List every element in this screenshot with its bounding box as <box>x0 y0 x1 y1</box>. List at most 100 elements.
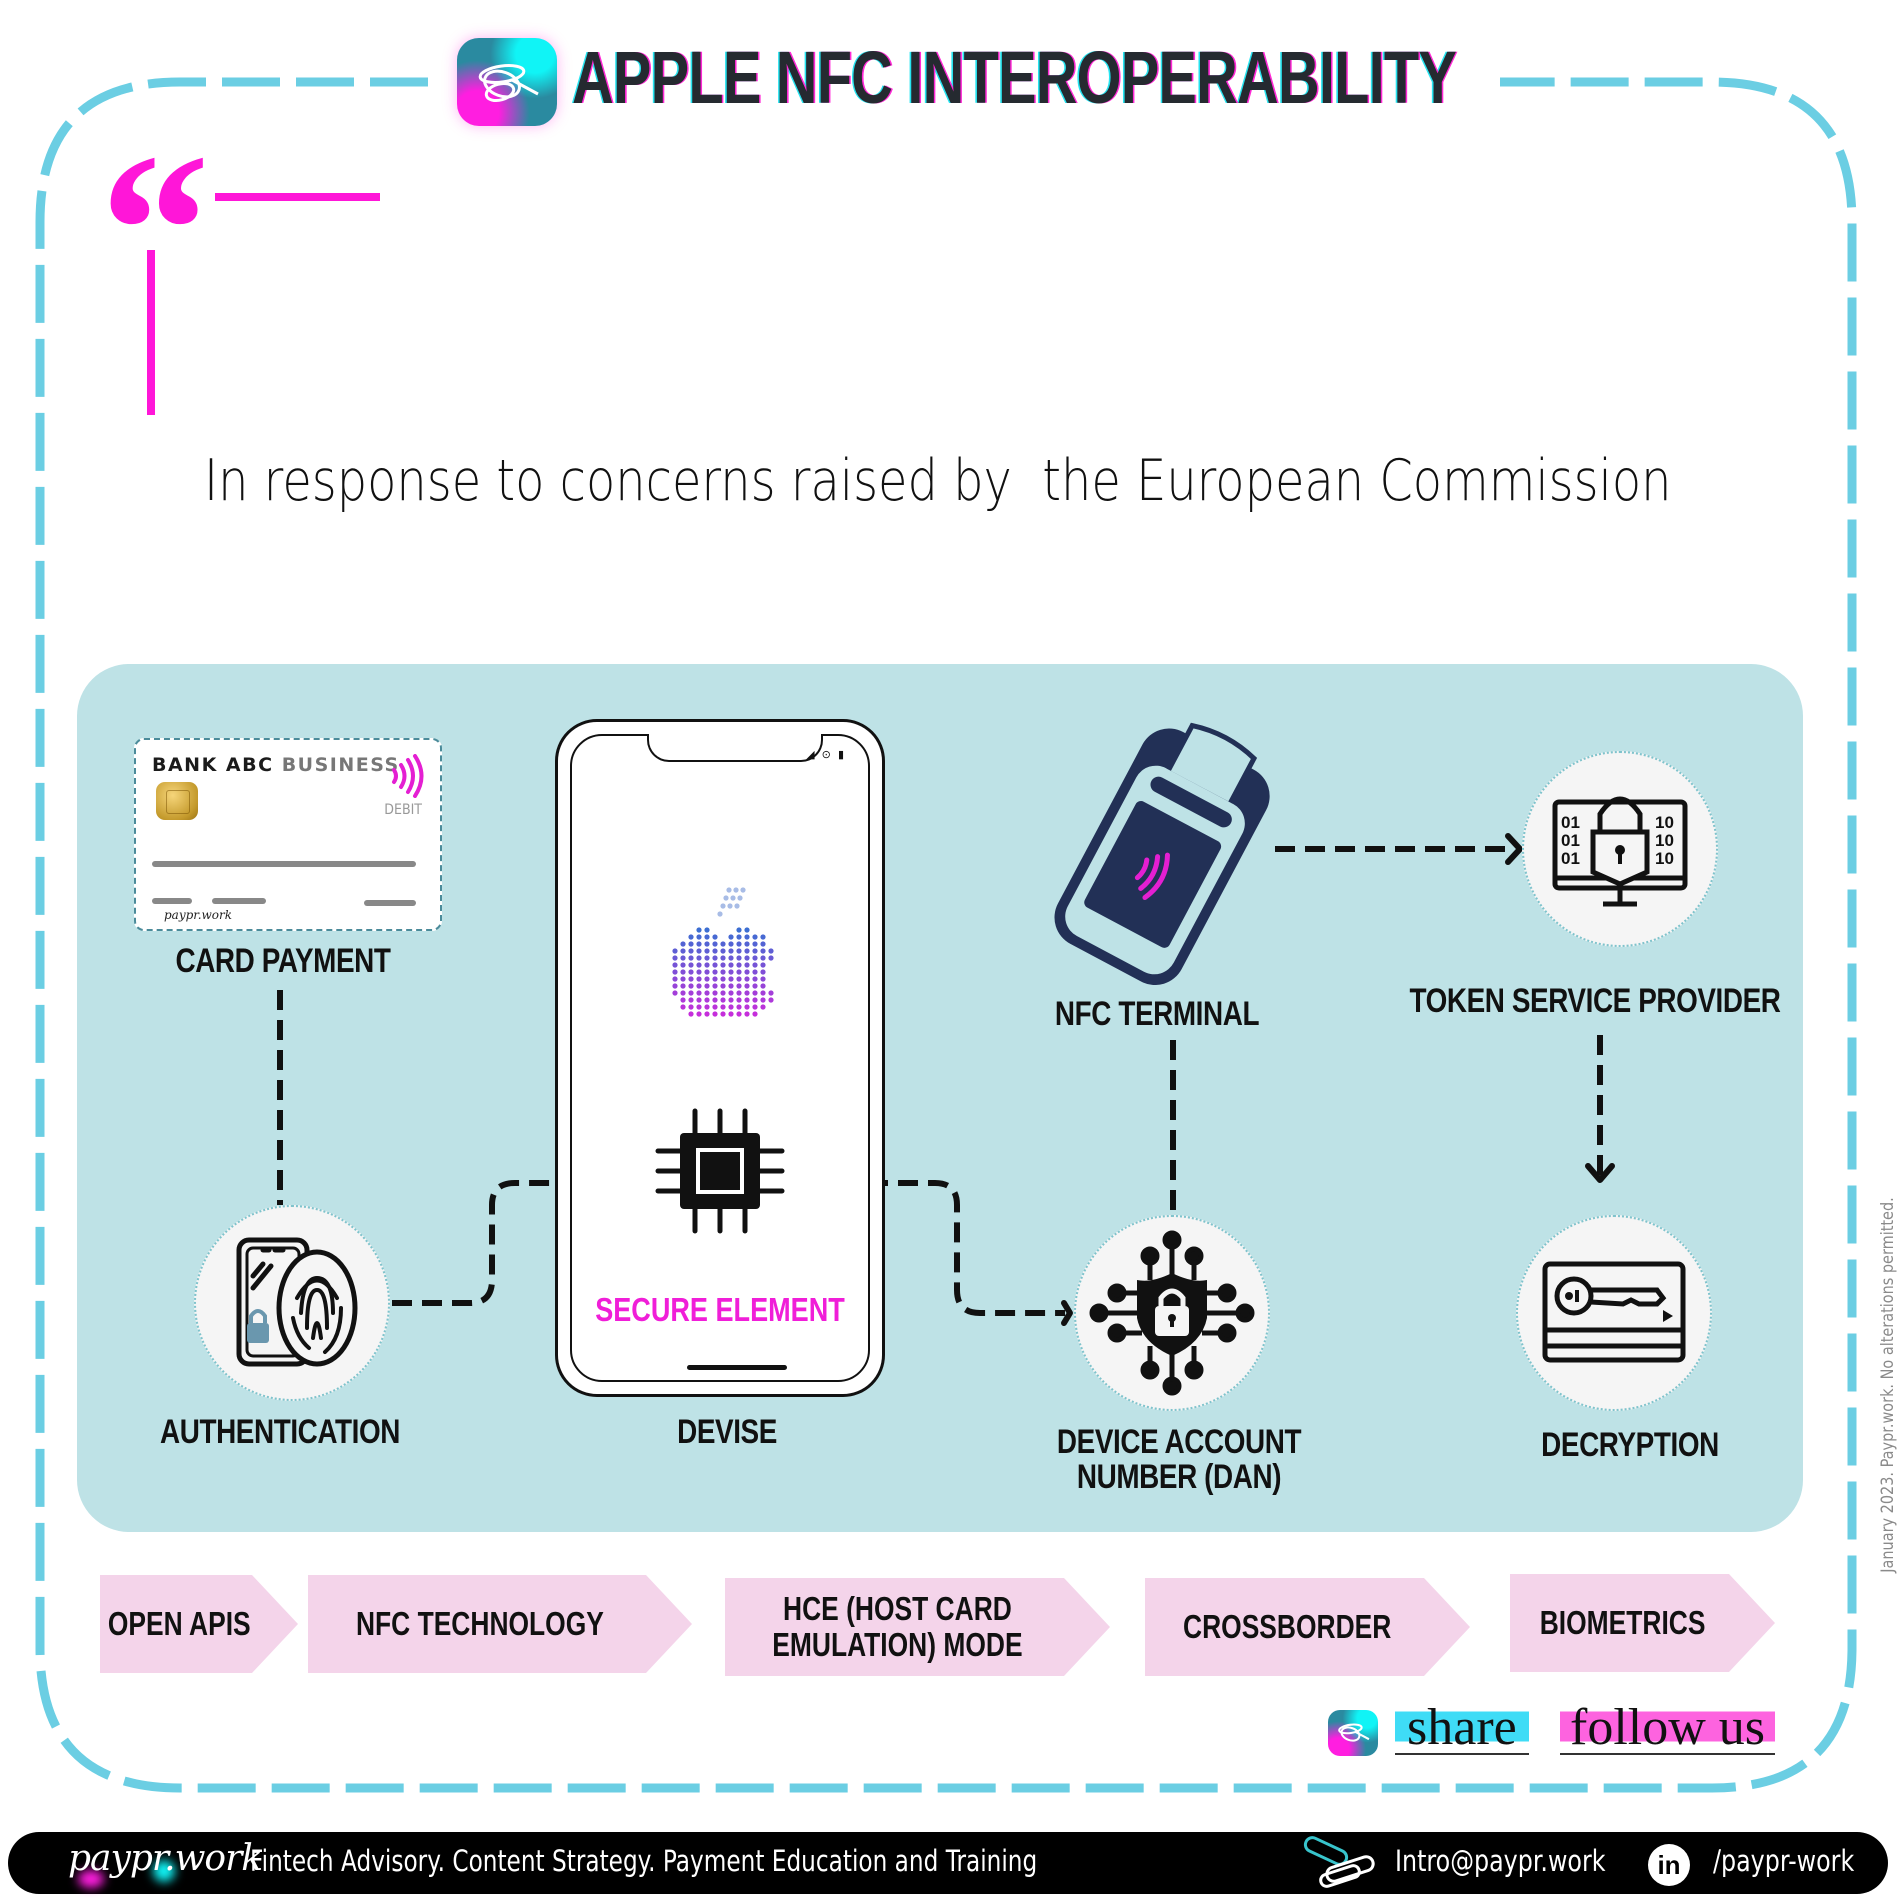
tag-label: HCE (HOST CARD EMULATION) MODE <box>772 1591 1022 1663</box>
device-label: DEVISE <box>677 1413 777 1451</box>
apple-logo-dot <box>728 962 734 968</box>
apple-logo-dot <box>736 948 742 954</box>
apple-logo-dot <box>696 948 702 954</box>
card-type: BUSINESS <box>281 754 400 776</box>
apple-logo-dot <box>760 941 766 947</box>
apple-logo-dot <box>752 1011 758 1017</box>
apple-logo-dot <box>720 948 726 954</box>
linkedin-icon[interactable]: in <box>1648 1844 1690 1886</box>
apple-logo-dot <box>704 1011 710 1017</box>
apple-logo-dot <box>696 962 702 968</box>
footer-brand: paypr.work <box>68 1838 263 1879</box>
apple-logo-dot <box>688 934 694 940</box>
apple-logo-dot <box>704 983 710 989</box>
tag-label: CROSSBORDER <box>1183 1608 1392 1645</box>
arrowhead-icon <box>1505 833 1523 865</box>
apple-logo-dot <box>744 969 750 975</box>
card-brand: paypr.work <box>164 908 233 922</box>
apple-logo-dot <box>704 941 710 947</box>
apple-logo-dot <box>736 983 742 989</box>
phone-screen: ◢ ⊙ ▮ SECURE ELEMENT <box>570 734 870 1382</box>
apple-logo-dot <box>720 955 726 961</box>
apple-logo-dot <box>752 1004 758 1010</box>
apple-logo-dot <box>696 990 702 996</box>
apple-logo-dot <box>736 990 742 996</box>
apple-logo-dot <box>696 927 702 933</box>
tag-label-line: EMULATION) MODE <box>772 1626 1023 1663</box>
card-network: DEBIT <box>384 802 422 818</box>
apple-logo-dot <box>744 941 750 947</box>
apple-logo-dot <box>744 983 750 989</box>
token-service-provider-node: 01 01 01 10 10 10 <box>1522 751 1718 947</box>
apple-logo-dot <box>680 955 686 961</box>
apple-logo-dot <box>696 941 702 947</box>
footer-email-link[interactable]: Intro@paypr.work <box>1395 1844 1606 1878</box>
copyright-notice: January 2023. Paypr.work. No alterations… <box>1878 1197 1898 1573</box>
monitor-lock-icon: 01 01 01 10 10 10 <box>1552 796 1688 907</box>
apple-logo-dot <box>752 976 758 982</box>
apple-logo-dot <box>696 969 702 975</box>
apple-logo-dot <box>760 976 766 982</box>
apple-logo-dot <box>752 941 758 947</box>
apple-logo-dot <box>680 976 686 982</box>
apple-logo-dot <box>704 990 710 996</box>
apple-leaf-dot <box>723 895 729 901</box>
apple-logo-dot <box>752 983 758 989</box>
apple-logo-dot <box>728 976 734 982</box>
phone-notch <box>647 734 823 762</box>
apple-logo-dot <box>704 962 710 968</box>
apple-logo-dot <box>688 976 694 982</box>
apple-logo-dot <box>680 990 686 996</box>
apple-logo-dot <box>768 997 774 1003</box>
tag-label: OPEN APIS <box>107 1605 251 1642</box>
apple-logo-dot <box>680 969 686 975</box>
card-detail-bar <box>212 898 266 904</box>
apple-logo-dot <box>760 969 766 975</box>
apple-logo-icon <box>672 887 774 1017</box>
apple-logo-dot <box>752 948 758 954</box>
apple-logo-dot <box>688 962 694 968</box>
apple-logo-dot <box>720 997 726 1003</box>
tag-label: BIOMETRICS <box>1539 1604 1706 1641</box>
fingerprint-phone-icon <box>236 1237 358 1367</box>
apple-logo-dot <box>696 955 702 961</box>
apple-logo-dot <box>720 1011 726 1017</box>
tag-crossborder: CROSSBORDER <box>1145 1578 1470 1676</box>
apple-logo-dot <box>736 969 742 975</box>
dan-label-line1: DEVICE ACCOUNT <box>1056 1423 1302 1461</box>
apple-logo-dot <box>672 990 678 996</box>
apple-logo-dot <box>752 962 758 968</box>
apple-logo-dot <box>736 962 742 968</box>
apple-logo-dot <box>712 997 718 1003</box>
apple-leaf-dot <box>726 887 732 893</box>
apple-leaf-dot <box>730 895 736 901</box>
apple-logo-dot <box>752 955 758 961</box>
footer-tagline: Fintech Advisory. Content Strategy. Paym… <box>250 1844 1038 1878</box>
apple-logo-dot <box>696 934 702 940</box>
apple-logo-dot <box>680 941 686 947</box>
apple-logo-dot <box>712 934 718 940</box>
status-icons: ◢ ⊙ ▮ <box>806 749 846 761</box>
apple-logo-dot <box>704 934 710 940</box>
footer-linkedin-link[interactable]: /paypr-work <box>1713 1844 1854 1878</box>
apple-logo-dot <box>672 962 678 968</box>
apple-logo-dot <box>696 1004 702 1010</box>
secure-element-label: SECURE ELEMENT <box>595 1291 845 1328</box>
apple-logo-dot <box>712 1004 718 1010</box>
apple-logo-dot <box>712 969 718 975</box>
apple-logo-dot <box>704 955 710 961</box>
apple-logo-dot <box>736 1011 742 1017</box>
card-detail-bar <box>152 898 192 904</box>
key-card-icon <box>1542 1261 1686 1363</box>
apple-logo-dot <box>688 990 694 996</box>
follow-button[interactable]: follow us <box>1560 1702 1775 1755</box>
apple-leaf-dot <box>727 903 733 909</box>
apple-logo-dot <box>688 955 694 961</box>
authentication-node <box>194 1205 390 1401</box>
share-button[interactable]: share <box>1395 1702 1529 1755</box>
apple-logo-dot <box>712 990 718 996</box>
card-detail-bar <box>364 900 416 906</box>
apple-logo-dot <box>704 948 710 954</box>
apple-logo-dot <box>704 976 710 982</box>
apple-logo-dot <box>728 997 734 1003</box>
